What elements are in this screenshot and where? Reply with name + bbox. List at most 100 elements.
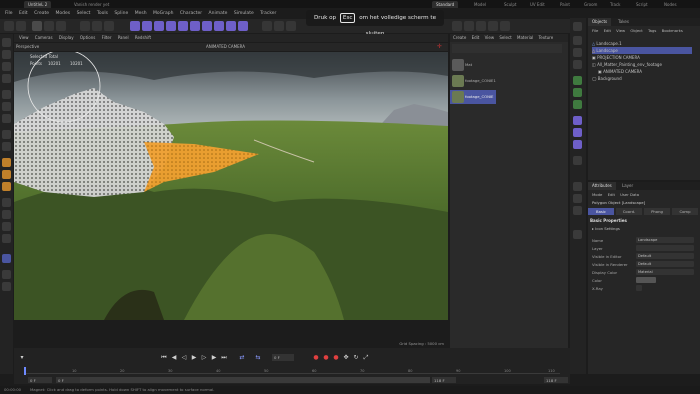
tab-layout-script[interactable]: Script bbox=[632, 1, 652, 8]
tab-attributes[interactable]: Attributes bbox=[588, 182, 616, 190]
model-mode-icon[interactable] bbox=[2, 38, 11, 47]
tab-objects[interactable]: Objects bbox=[588, 18, 612, 26]
camera-2-icon[interactable] bbox=[573, 156, 582, 165]
tab-layer[interactable]: Layer bbox=[618, 182, 637, 190]
subtab-basic[interactable]: Basic bbox=[588, 208, 614, 215]
keyframe-selection-icon[interactable]: ● bbox=[332, 354, 340, 362]
light-2-icon[interactable] bbox=[573, 206, 582, 215]
viewport-menu-panel[interactable]: Panel bbox=[118, 35, 129, 40]
object-row[interactable]: ◫ All_Matter_Painting_env_footage bbox=[592, 61, 692, 68]
subdivision-icon[interactable] bbox=[154, 21, 164, 31]
record-icon[interactable]: ● bbox=[312, 354, 320, 362]
viewport-menu-display[interactable]: Display bbox=[59, 35, 74, 40]
mograph-icon[interactable] bbox=[573, 76, 582, 85]
viewport-menu-filter[interactable]: Filter bbox=[102, 35, 112, 40]
loop-icon[interactable]: ⇄ bbox=[238, 354, 246, 362]
subsection-heading[interactable]: ▸ Icon Settings bbox=[592, 226, 620, 231]
scale-icon[interactable] bbox=[2, 62, 11, 71]
rotation-key-icon[interactable]: ↻ bbox=[352, 354, 360, 362]
text-icon[interactable] bbox=[573, 60, 582, 69]
workplane-icon[interactable] bbox=[464, 21, 474, 31]
viewport-menu-view[interactable]: View bbox=[19, 35, 29, 40]
null-icon[interactable] bbox=[573, 116, 582, 125]
tab-layout-track[interactable]: Track bbox=[606, 1, 624, 8]
material-menu-edit[interactable]: Edit bbox=[472, 35, 480, 40]
material-menu-material[interactable]: Material bbox=[517, 35, 533, 40]
points-mode-icon[interactable] bbox=[2, 90, 11, 99]
light-icon[interactable] bbox=[238, 21, 248, 31]
material-item-mat[interactable]: Mat bbox=[450, 58, 496, 72]
range-end-field[interactable]: 118 F bbox=[544, 377, 568, 383]
object-mode-icon[interactable] bbox=[2, 158, 11, 167]
timeline-ruler[interactable]: 0 10 20 30 40 50 60 70 80 90 100 110 bbox=[24, 368, 560, 374]
menu-mograph[interactable]: MoGraph bbox=[153, 11, 173, 16]
range-start-field[interactable]: 0 F bbox=[28, 377, 52, 383]
globe-icon[interactable] bbox=[573, 182, 582, 191]
brush-2-icon[interactable] bbox=[573, 194, 582, 203]
position-key-icon[interactable]: ✥ bbox=[342, 354, 350, 362]
object-row[interactable]: ▣ ANIMATED CAMERA bbox=[592, 68, 692, 75]
grid-icon[interactable] bbox=[500, 21, 510, 31]
material-item-footage-1[interactable]: footage_CONIE1 bbox=[450, 74, 496, 88]
viewport-camera-label[interactable]: ANIMATED CAMERA bbox=[206, 43, 245, 51]
rotate-icon[interactable] bbox=[2, 74, 11, 83]
tab-layout-groom[interactable]: Groom bbox=[580, 1, 601, 8]
field-icon[interactable] bbox=[202, 21, 212, 31]
cloner-icon[interactable] bbox=[178, 21, 188, 31]
tab-layout-paint[interactable]: Paint bbox=[556, 1, 574, 8]
prev-frame-icon[interactable]: ◁ bbox=[180, 354, 188, 362]
name-field[interactable]: Landscape bbox=[636, 237, 694, 243]
cylinder-icon[interactable] bbox=[573, 48, 582, 57]
pen-spline-icon[interactable] bbox=[142, 21, 152, 31]
menu-file[interactable]: File bbox=[5, 11, 13, 16]
lock-workplane-icon[interactable] bbox=[2, 282, 11, 291]
uvw-mode-icon[interactable] bbox=[2, 170, 11, 179]
object-row[interactable]: ▣ PROJECTION CAMERA bbox=[592, 54, 692, 61]
scale-key-icon[interactable]: ⤢ bbox=[362, 354, 370, 362]
subtab-phong[interactable]: Phong bbox=[644, 208, 670, 215]
range-slider[interactable] bbox=[80, 377, 430, 383]
range-icon[interactable]: ⇆ bbox=[254, 354, 262, 362]
autokey-icon[interactable]: ● bbox=[322, 354, 330, 362]
menu-mesh[interactable]: Mesh bbox=[135, 11, 147, 16]
current-frame-field[interactable]: 0 F bbox=[272, 354, 294, 361]
menu-tools[interactable]: Tools bbox=[97, 11, 108, 16]
box-selection-icon[interactable] bbox=[2, 142, 11, 151]
attribute-menu-user-data[interactable]: User Data bbox=[620, 192, 639, 197]
next-key-icon[interactable]: ▶ bbox=[210, 354, 218, 362]
search-icon[interactable] bbox=[476, 21, 486, 31]
render-picture-viewer-icon[interactable] bbox=[274, 21, 284, 31]
tracer-icon[interactable] bbox=[573, 100, 582, 109]
material-menu-view[interactable]: View bbox=[485, 35, 495, 40]
prev-key-icon[interactable]: ◀ bbox=[170, 354, 178, 362]
snap-icon[interactable] bbox=[452, 21, 462, 31]
move-icon[interactable] bbox=[2, 50, 11, 59]
tab-document-2[interactable]: Vanish render yet bbox=[70, 1, 113, 8]
object-menu-object[interactable]: Object bbox=[630, 28, 642, 33]
tab-layout-standard[interactable]: Standard bbox=[432, 1, 459, 8]
viewport-menu-redshift[interactable]: Redshift bbox=[135, 35, 151, 40]
z-axis-icon[interactable] bbox=[104, 21, 114, 31]
menu-tracker[interactable]: Tracker bbox=[260, 11, 276, 16]
layout-icon[interactable] bbox=[573, 22, 582, 31]
display-color-dropdown[interactable]: Material bbox=[636, 269, 694, 275]
object-row[interactable]: ◯ Background bbox=[592, 75, 692, 82]
solo-icon[interactable] bbox=[2, 234, 11, 243]
menu-spline[interactable]: Spline bbox=[114, 11, 128, 16]
undo-icon[interactable] bbox=[4, 21, 14, 31]
object-menu-tags[interactable]: Tags bbox=[648, 28, 656, 33]
lock-icon[interactable] bbox=[488, 21, 498, 31]
menu-simulate[interactable]: Simulate bbox=[234, 11, 254, 16]
record-toggle-icon[interactable]: ▾ bbox=[18, 354, 26, 362]
material-menu-select[interactable]: Select bbox=[499, 35, 511, 40]
menu-modes[interactable]: Modes bbox=[56, 11, 71, 16]
edit-icon[interactable] bbox=[573, 230, 582, 239]
redo-icon[interactable] bbox=[16, 21, 26, 31]
attribute-menu-mode[interactable]: Mode bbox=[592, 192, 602, 197]
move-tool-icon[interactable] bbox=[32, 21, 42, 31]
play-icon[interactable]: ▶ bbox=[190, 354, 198, 362]
spline-pen-icon[interactable] bbox=[2, 270, 11, 279]
deformer-icon[interactable] bbox=[190, 21, 200, 31]
menu-select[interactable]: Select bbox=[77, 11, 91, 16]
viewport-menu-cameras[interactable]: Cameras bbox=[35, 35, 53, 40]
